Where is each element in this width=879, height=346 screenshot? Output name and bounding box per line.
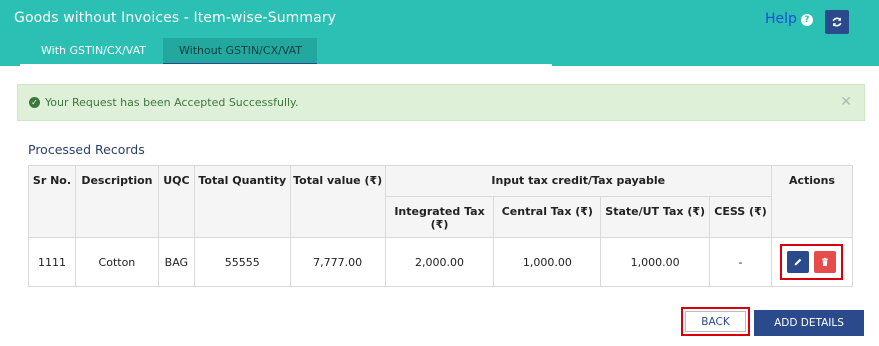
- help-link[interactable]: Help?: [765, 11, 813, 27]
- success-alert: ✓ Your Request has been Accepted Success…: [17, 84, 865, 121]
- cell-actions: [770, 237, 854, 287]
- cell-central-tax: 1,000.00: [493, 237, 602, 287]
- tab-with-gstin[interactable]: With GSTIN/CX/VAT: [20, 38, 162, 66]
- pencil-icon: [794, 258, 802, 266]
- table-row: 1111 Cotton BAG 55555 7,777.00 2,000.00 …: [28, 237, 854, 287]
- help-icon: ?: [800, 14, 813, 26]
- cell-total-quantity: 55555: [193, 237, 291, 287]
- trash-icon: [822, 257, 829, 266]
- tab-without-gstin[interactable]: Without GSTIN/CX/VAT: [163, 38, 317, 66]
- cell-total-value: 7,777.00: [289, 237, 386, 287]
- header-description: Description: [74, 165, 159, 238]
- cell-uqc: BAG: [157, 237, 195, 287]
- page-title: Goods without Invoices - Item-wise-Summa…: [14, 10, 337, 26]
- cell-sr-no: 1111: [28, 237, 76, 287]
- cell-integrated-tax: 2,000.00: [384, 237, 495, 287]
- header-sr-no: Sr No.: [28, 165, 76, 238]
- section-title: Processed Records: [28, 142, 145, 157]
- processed-records-table: Sr No. Description UQC Total Quantity To…: [28, 165, 854, 287]
- cell-description: Cotton: [74, 237, 159, 287]
- cell-cess: -: [709, 237, 772, 287]
- refresh-icon: [832, 17, 842, 27]
- header-central-tax: Central Tax (₹): [493, 196, 602, 238]
- header-integrated-tax: Integrated Tax (₹): [384, 196, 495, 238]
- header-state-ut-tax: State/UT Tax (₹): [600, 196, 711, 238]
- edit-button[interactable]: [787, 251, 810, 273]
- back-button-highlight: BACK: [681, 307, 750, 336]
- delete-button[interactable]: [814, 251, 837, 273]
- close-icon[interactable]: ✕: [840, 94, 852, 110]
- header-actions: Actions: [770, 165, 854, 238]
- check-circle-icon: ✓: [29, 97, 40, 108]
- add-details-button[interactable]: ADD DETAILS: [754, 310, 864, 336]
- row-actions-highlight: [780, 244, 844, 280]
- header-total-quantity: Total Quantity: [193, 165, 291, 238]
- header-uqc: UQC: [157, 165, 195, 238]
- refresh-button[interactable]: [825, 10, 849, 34]
- header-total-value: Total value (₹): [289, 165, 386, 238]
- help-label: Help: [765, 11, 797, 27]
- back-button[interactable]: BACK: [685, 311, 746, 332]
- tab-underline-strip: [20, 64, 552, 66]
- header-cess: CESS (₹): [709, 196, 772, 238]
- cell-state-ut-tax: 1,000.00: [600, 237, 711, 287]
- alert-message: Your Request has been Accepted Successfu…: [45, 96, 299, 109]
- header-itc-group: Input tax credit/Tax payable: [384, 165, 772, 197]
